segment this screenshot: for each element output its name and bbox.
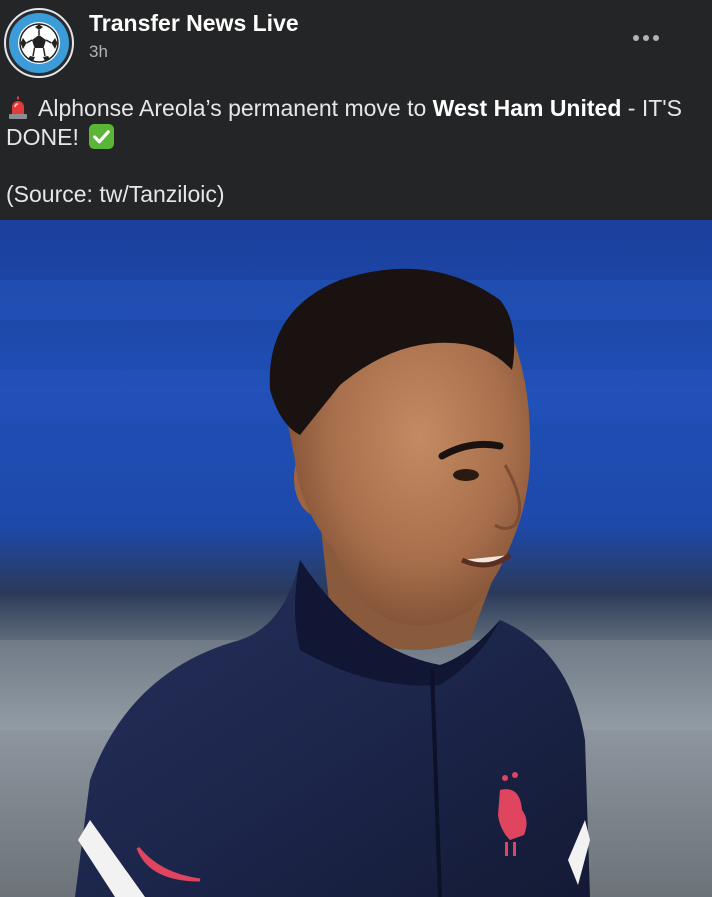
post-message: Alphonse Areola’s permanent move to West… [6, 94, 696, 152]
post-card: Transfer News Live 3h Alphonse Areola’s … [0, 0, 712, 897]
soccer-ball-icon [9, 13, 69, 73]
page-name[interactable]: Transfer News Live [89, 10, 299, 37]
check-mark-icon [89, 124, 115, 149]
more-options-button[interactable] [622, 22, 670, 54]
message-part-1: Alphonse Areola’s permanent move to [38, 95, 433, 121]
post-header: Transfer News Live 3h [0, 0, 712, 80]
page-avatar[interactable] [4, 8, 74, 78]
siren-icon [9, 96, 27, 119]
club-name: West Ham United [432, 95, 622, 121]
source-credit: (Source: tw/Tanziloic) [6, 181, 225, 207]
post-timestamp[interactable]: 3h [89, 42, 108, 62]
more-dots-icon [633, 35, 639, 41]
player-photo[interactable] [0, 220, 712, 897]
